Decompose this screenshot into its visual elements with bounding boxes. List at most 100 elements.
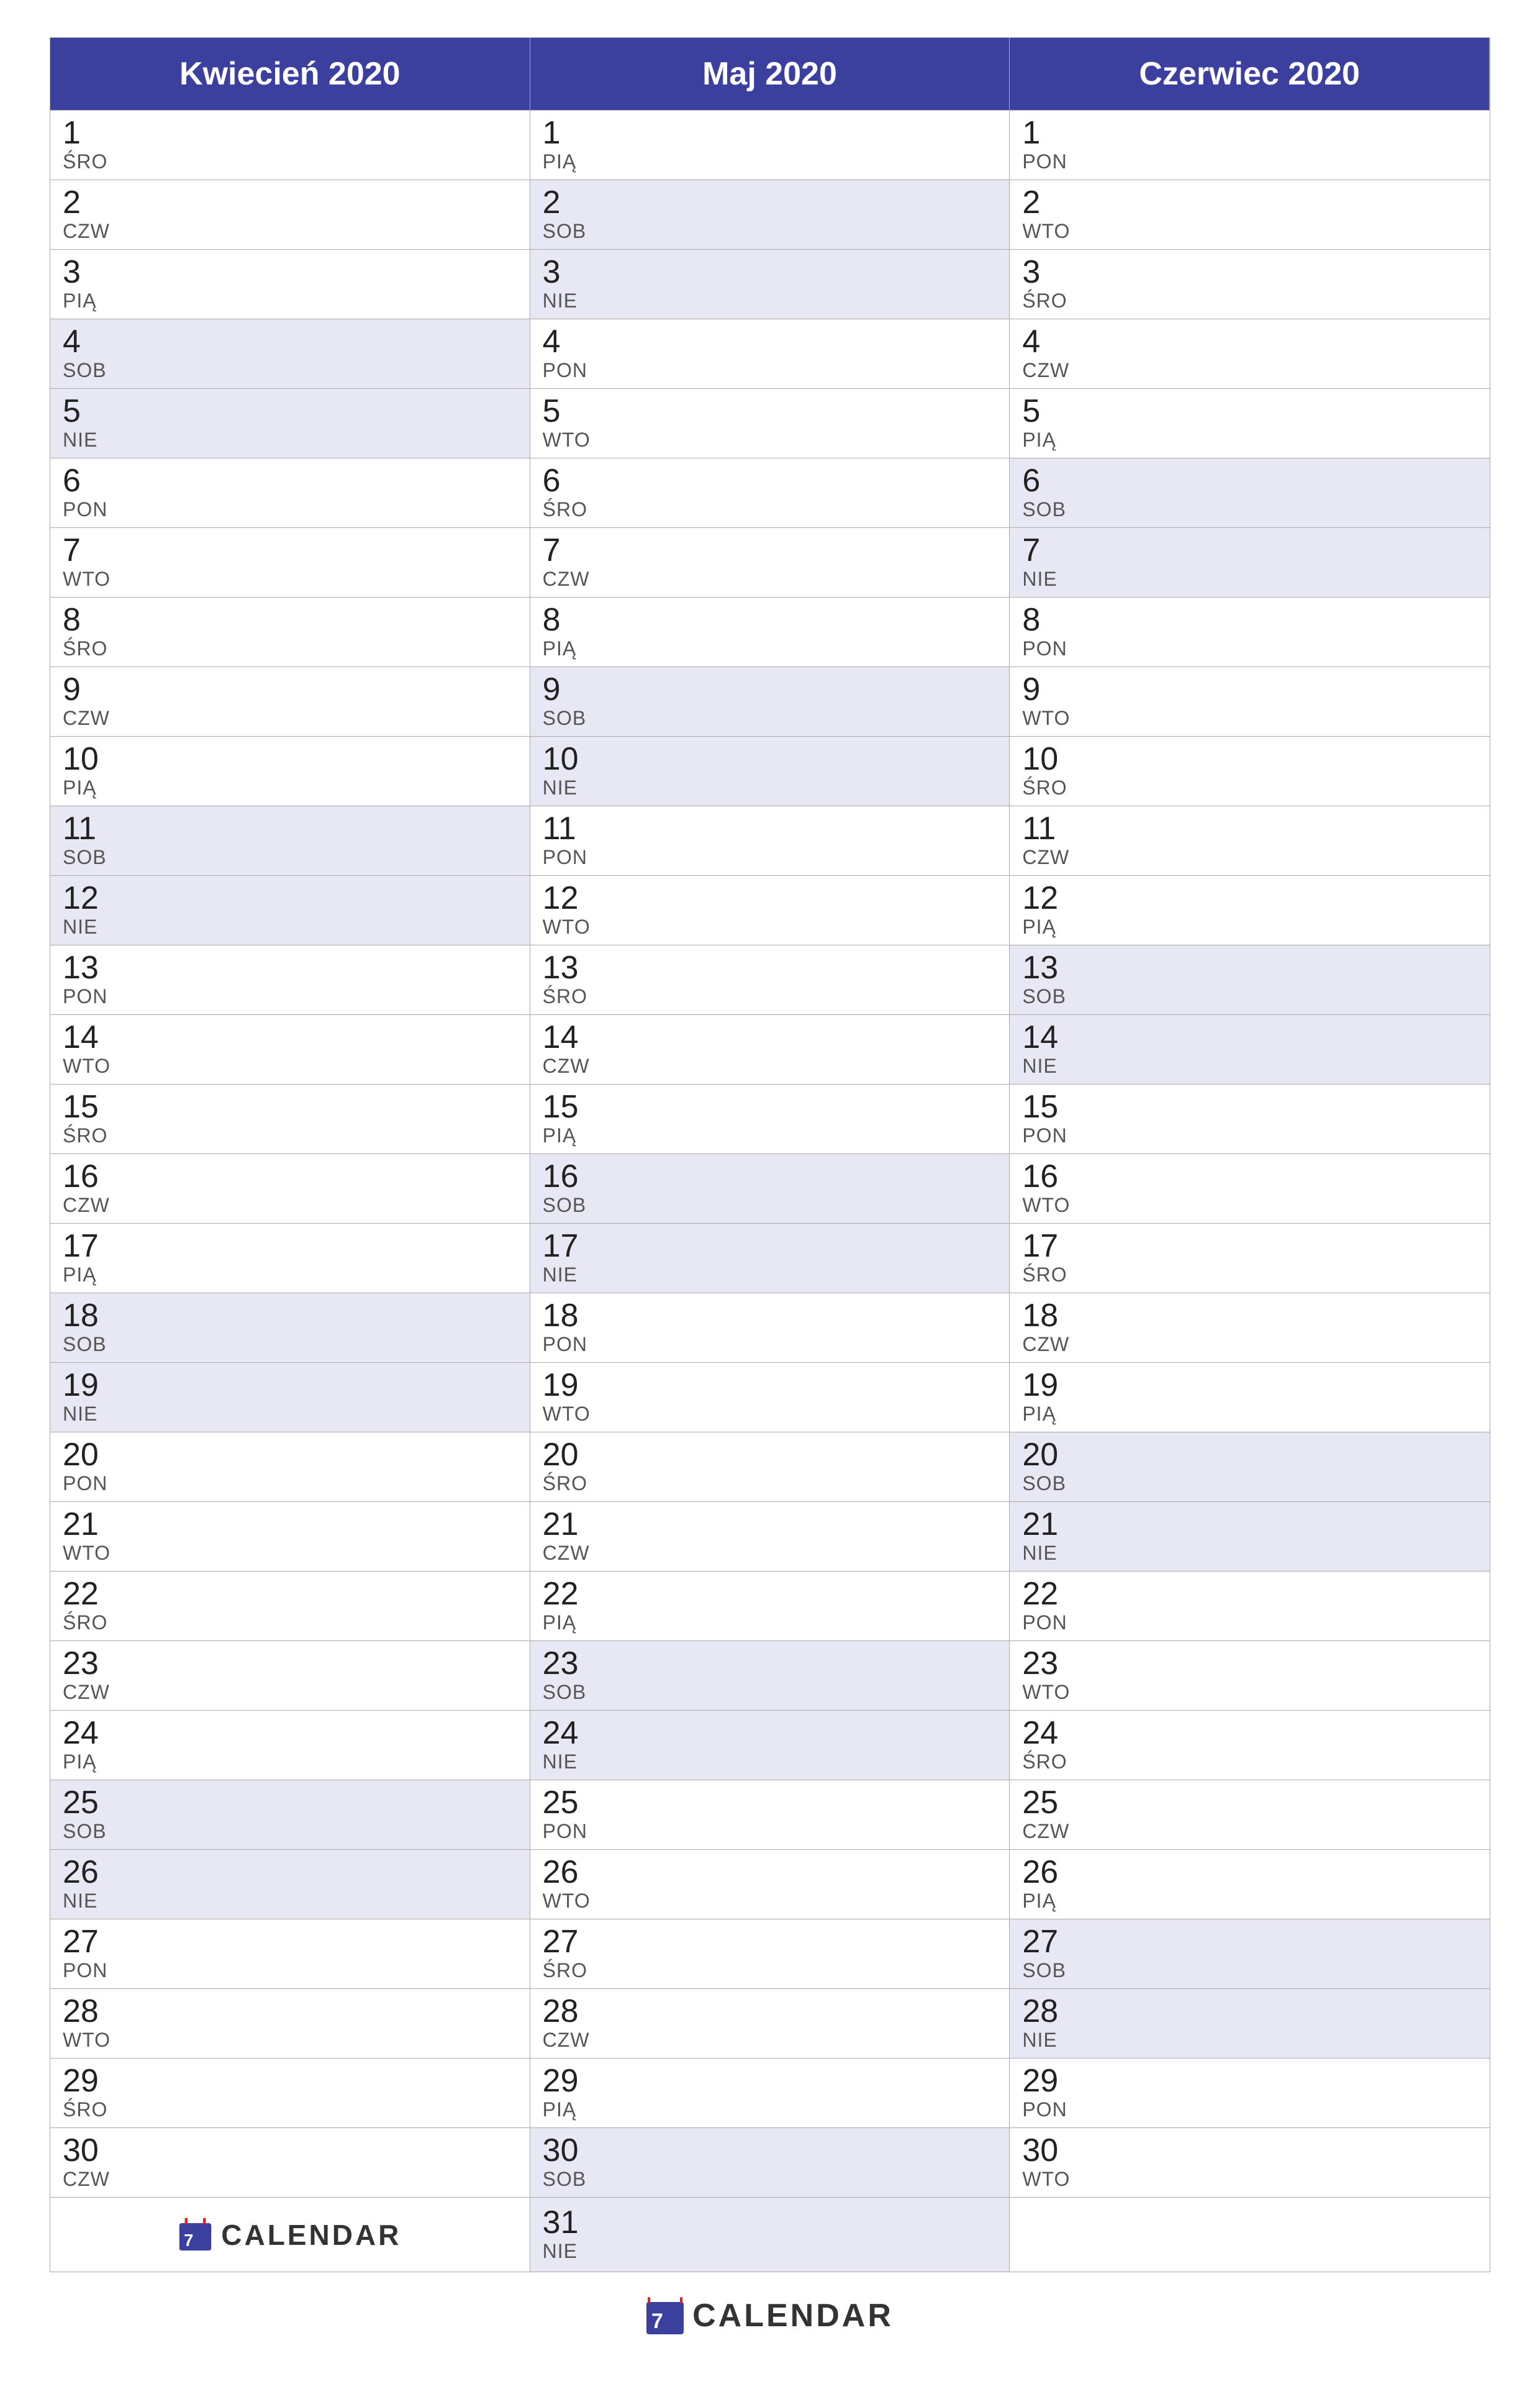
day-name: ŚRO (63, 637, 517, 660)
day-number: 10 (1022, 743, 1477, 775)
day-name: WTO (543, 1403, 997, 1426)
day-number: 13 (1022, 952, 1477, 984)
day-number: 9 (63, 673, 517, 706)
day-cell-m0-d0: 1ŚRO (50, 111, 530, 180)
day-number: 13 (63, 952, 517, 984)
day-number: 4 (1022, 325, 1477, 358)
day-cell-m1-d17: 18PON (530, 1293, 1010, 1363)
day-number: 17 (63, 1230, 517, 1262)
day-name: PON (543, 846, 997, 869)
day-number: 3 (543, 256, 997, 288)
day-cell-m0-d6: 7WTO (50, 528, 530, 598)
day-cell-m1-d1: 2SOB (530, 180, 1010, 250)
day-number: 17 (1022, 1230, 1477, 1262)
day-name: PIĄ (543, 637, 997, 660)
day-cell-m1-d26: 27ŚRO (530, 1919, 1010, 1989)
day-number: 12 (63, 882, 517, 914)
day-name: PON (63, 1959, 517, 1982)
day-number: 7 (543, 534, 997, 566)
day-number: 19 (1022, 1369, 1477, 1401)
day-number: 26 (1022, 1856, 1477, 1888)
day-number: 4 (543, 325, 997, 358)
day-name: NIE (543, 289, 997, 312)
day-name: CZW (63, 220, 517, 243)
day-cell-m2-d22: 23WTO (1010, 1641, 1490, 1711)
calendar-grid: Kwiecień 2020Maj 2020Czerwiec 20201ŚRO1P… (50, 37, 1490, 2272)
day-cell-m2-d17: 18CZW (1010, 1293, 1490, 1363)
day-number: 8 (543, 604, 997, 636)
day-cell-m0-d17: 18SOB (50, 1293, 530, 1363)
day-number: 2 (543, 186, 997, 219)
day-name: CZW (543, 2029, 997, 2052)
day-cell-m0-d10: 11SOB (50, 806, 530, 876)
day-number: 1 (1022, 117, 1477, 149)
day-cell-m1-d7: 8PIĄ (530, 598, 1010, 667)
day-cell-m2-d5: 6SOB (1010, 458, 1490, 528)
day-name: PIĄ (543, 2098, 997, 2121)
day-number: 16 (1022, 1160, 1477, 1193)
day-cell-m2-d27: 28NIE (1010, 1989, 1490, 2059)
day-number: 11 (543, 812, 997, 845)
day-cell-m0-d2: 3PIĄ (50, 250, 530, 319)
day-name: NIE (543, 1750, 997, 1773)
day-cell-m2-d24: 25CZW (1010, 1780, 1490, 1850)
day-name: CZW (63, 1194, 517, 1217)
day-name: NIE (63, 429, 517, 452)
day-cell-m0-d7: 8ŚRO (50, 598, 530, 667)
day-number: 7 (63, 534, 517, 566)
day-cell-empty-m0-d30: 7 CALENDAR (50, 2198, 530, 2272)
day-cell-m1-d3: 4PON (530, 319, 1010, 389)
day-cell-m1-d0: 1PIĄ (530, 111, 1010, 180)
day-cell-m0-d3: 4SOB (50, 319, 530, 389)
day-name: WTO (543, 916, 997, 939)
day-cell-m0-d13: 14WTO (50, 1015, 530, 1085)
day-number: 25 (543, 1786, 997, 1819)
svg-text:7: 7 (651, 2309, 663, 2333)
day-name: SOB (543, 220, 997, 243)
day-name: PIĄ (543, 150, 997, 173)
day-number: 8 (63, 604, 517, 636)
footer-brand-text: CALENDAR (692, 2297, 894, 2334)
day-number: 30 (1022, 2134, 1477, 2167)
day-name: WTO (63, 1542, 517, 1565)
day-cell-m2-d10: 11CZW (1010, 806, 1490, 876)
day-name: SOB (1022, 1472, 1477, 1495)
footer-logo: 7 CALENDAR (646, 2297, 894, 2334)
day-name: PIĄ (543, 1124, 997, 1147)
day-cell-m2-d7: 8PON (1010, 598, 1490, 667)
day-cell-m1-d16: 17NIE (530, 1224, 1010, 1293)
day-cell-m2-d19: 20SOB (1010, 1432, 1490, 1502)
day-name: SOB (63, 1333, 517, 1356)
day-name: WTO (1022, 1681, 1477, 1704)
day-number: 26 (543, 1856, 997, 1888)
day-number: 24 (1022, 1717, 1477, 1749)
day-number: 11 (1022, 812, 1477, 845)
day-cell-m2-d9: 10ŚRO (1010, 737, 1490, 806)
day-number: 23 (63, 1647, 517, 1680)
day-cell-m0-d26: 27PON (50, 1919, 530, 1989)
day-cell-m0-d12: 13PON (50, 945, 530, 1015)
day-name: ŚRO (63, 150, 517, 173)
day-number: 28 (543, 1995, 997, 2027)
day-name: CZW (1022, 1333, 1477, 1356)
day-number: 12 (543, 882, 997, 914)
day-cell-m2-d8: 9WTO (1010, 667, 1490, 737)
day-number: 17 (543, 1230, 997, 1262)
day-cell-m1-d28: 29PIĄ (530, 2059, 1010, 2128)
day-cell-m2-d25: 26PIĄ (1010, 1850, 1490, 1919)
month-header-1: Maj 2020 (530, 38, 1010, 111)
day-number: 26 (63, 1856, 517, 1888)
day-cell-m1-d12: 13ŚRO (530, 945, 1010, 1015)
day-number: 5 (543, 395, 997, 427)
day-number: 14 (543, 1021, 997, 1053)
day-number: 18 (543, 1299, 997, 1332)
day-name: SOB (63, 1820, 517, 1843)
day-number: 19 (63, 1369, 517, 1401)
day-name: NIE (1022, 568, 1477, 591)
day-name: CZW (1022, 846, 1477, 869)
day-name: PON (543, 359, 997, 382)
day-name: ŚRO (63, 1124, 517, 1147)
day-cell-m2-d4: 5PIĄ (1010, 389, 1490, 458)
day-number: 14 (63, 1021, 517, 1053)
day-number: 15 (543, 1091, 997, 1123)
